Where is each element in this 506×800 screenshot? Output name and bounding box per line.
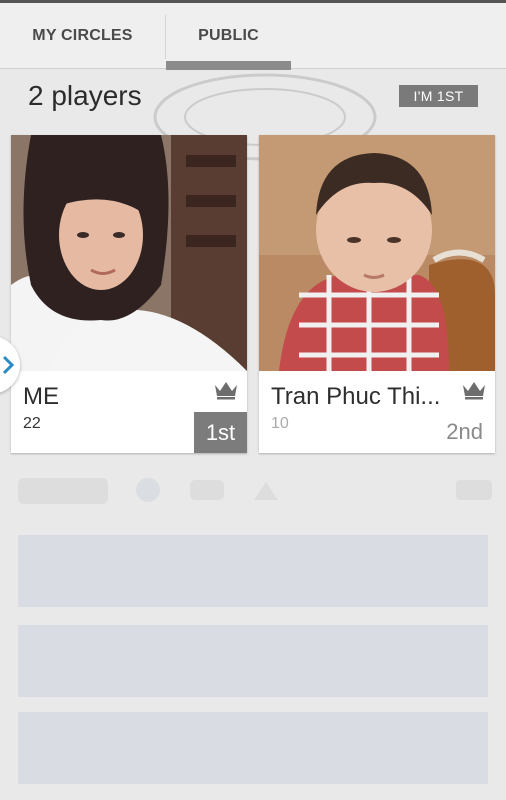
active-tab-indicator xyxy=(166,61,291,70)
rank-badge: 1st xyxy=(194,412,247,453)
tab-bar: MY CIRCLES PUBLIC xyxy=(0,3,506,70)
players-count: 2 players xyxy=(28,80,142,111)
tab-public[interactable]: PUBLIC xyxy=(166,3,291,69)
crown-icon xyxy=(463,382,485,400)
player-card[interactable]: Tran Phuc Thi... 10 2nd xyxy=(259,135,495,453)
im-first-button[interactable]: I'M 1ST xyxy=(399,85,478,107)
chevron-right-icon xyxy=(2,355,14,375)
player-name: Tran Phuc Thi... xyxy=(271,383,441,410)
player-photo xyxy=(11,135,247,371)
faded-action-button xyxy=(18,712,488,784)
tab-my-circles[interactable]: MY CIRCLES xyxy=(0,3,165,69)
player-card[interactable]: ME 22 1st xyxy=(11,135,247,453)
faded-action-button xyxy=(18,625,488,697)
player-name: ME xyxy=(23,383,59,410)
rank-label: 2nd xyxy=(446,419,483,444)
player-score: 10 xyxy=(271,415,289,432)
crown-icon xyxy=(215,382,237,400)
faded-action-button xyxy=(18,535,488,607)
player-photo xyxy=(259,135,495,371)
faded-icon-row xyxy=(18,478,492,504)
player-score: 22 xyxy=(23,415,41,432)
